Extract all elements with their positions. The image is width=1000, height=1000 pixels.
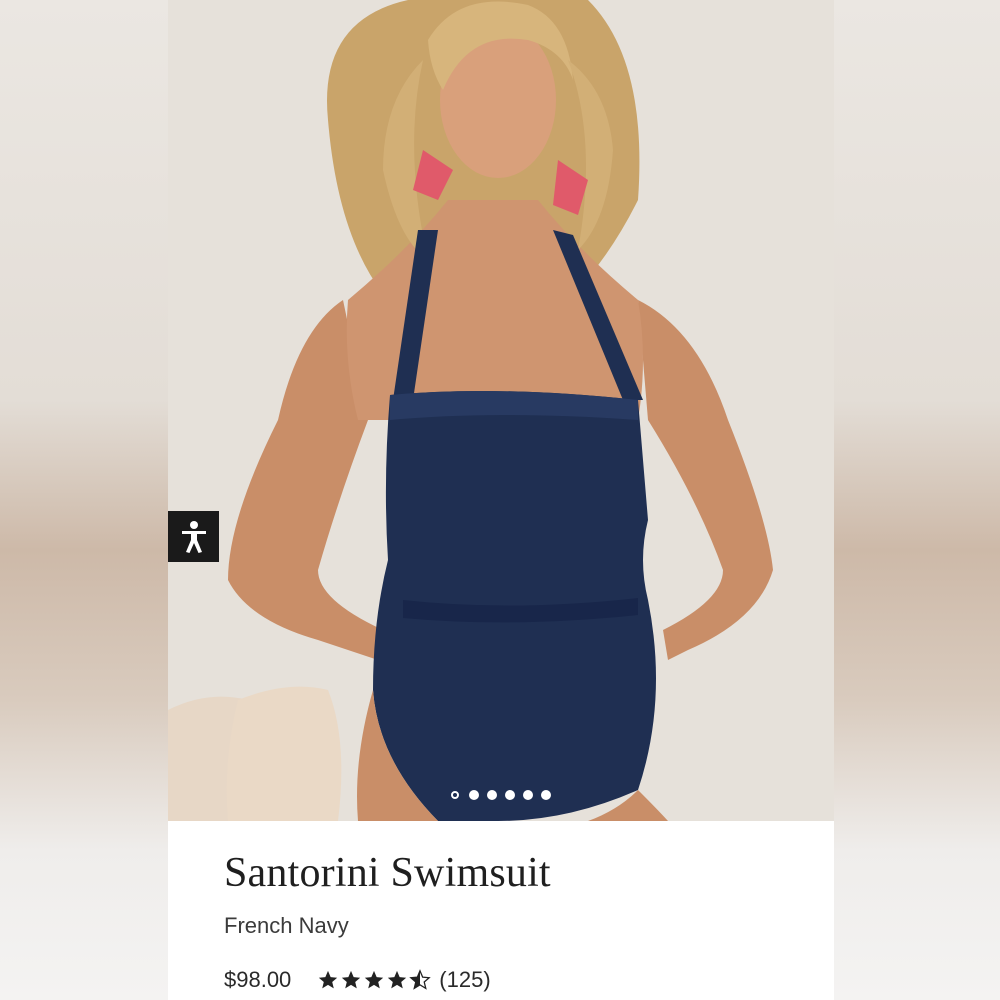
carousel-dot-4[interactable] bbox=[505, 790, 515, 800]
product-card: Santorini Swimsuit French Navy $98.00 (1… bbox=[168, 0, 834, 1000]
product-title[interactable]: Santorini Swimsuit bbox=[224, 849, 551, 897]
accessibility-person-icon bbox=[181, 520, 206, 553]
accessibility-button[interactable] bbox=[168, 511, 219, 562]
star-full-icon bbox=[342, 970, 361, 989]
price-rating-row: $98.00 (125) bbox=[224, 967, 491, 993]
review-count[interactable]: (125) bbox=[439, 967, 490, 993]
star-half-icon bbox=[409, 969, 432, 990]
carousel-dot-6[interactable] bbox=[541, 790, 551, 800]
product-price: $98.00 bbox=[224, 967, 292, 992]
star-full-icon bbox=[319, 970, 338, 989]
rating-stars[interactable] bbox=[317, 969, 432, 991]
star-full-icon bbox=[365, 970, 384, 989]
product-image[interactable] bbox=[168, 0, 834, 821]
left-backdrop bbox=[0, 0, 168, 1000]
carousel-dot-3[interactable] bbox=[487, 790, 497, 800]
model-photo-illustration bbox=[168, 0, 834, 821]
product-color: French Navy bbox=[224, 913, 349, 938]
product-info: Santorini Swimsuit French Navy $98.00 (1… bbox=[168, 821, 834, 1000]
carousel-dot-1[interactable] bbox=[451, 791, 459, 799]
right-backdrop bbox=[834, 0, 1000, 1000]
carousel-dot-5[interactable] bbox=[523, 790, 533, 800]
carousel-dots bbox=[451, 789, 551, 801]
star-full-icon bbox=[388, 970, 407, 989]
carousel-dot-2[interactable] bbox=[469, 790, 479, 800]
